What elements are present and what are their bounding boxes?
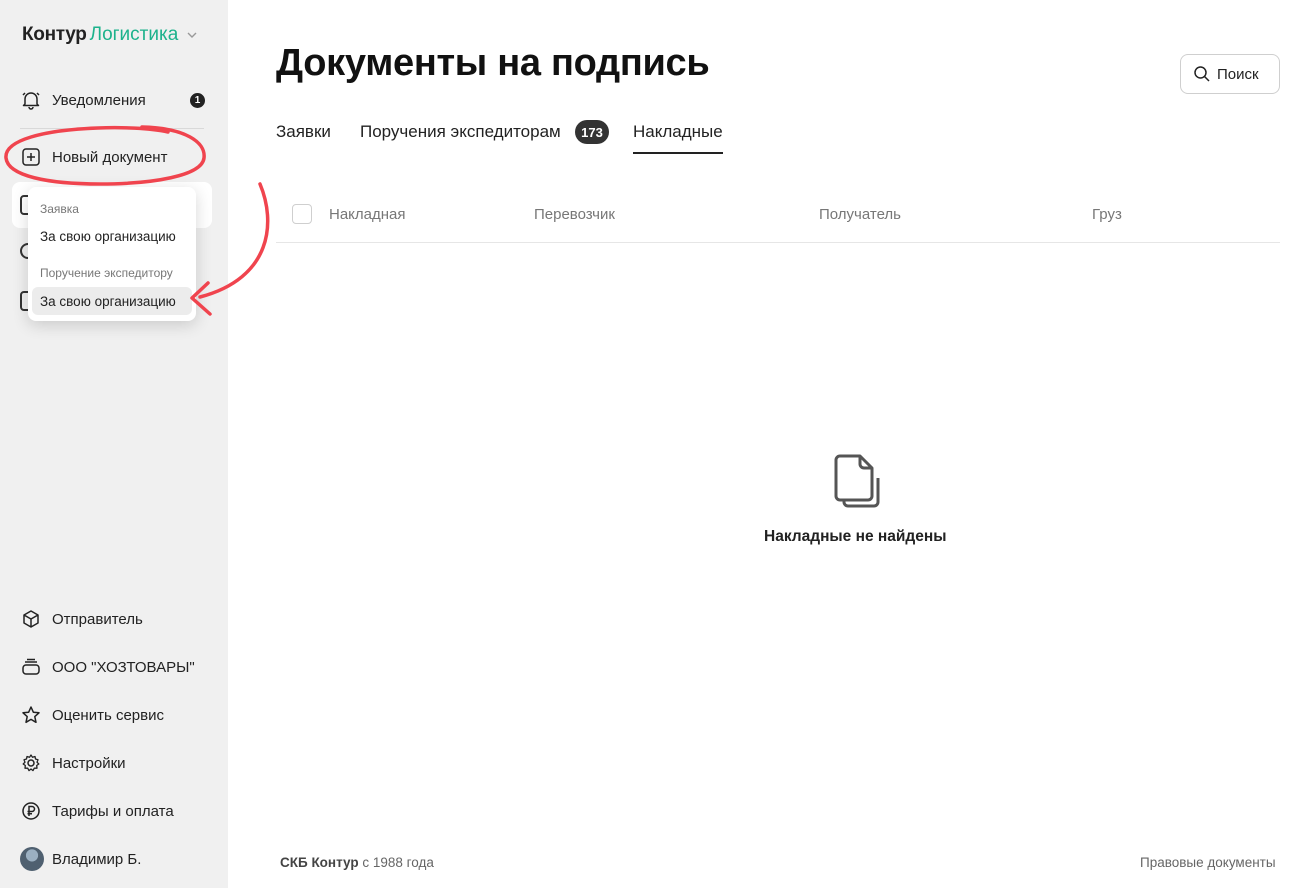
cube-icon [20,608,42,630]
star-icon [20,704,42,726]
empty-state-message: Накладные не найдены [764,528,947,545]
new-document-button[interactable]: Новый документ [20,145,167,169]
user-name: Владимир Б. [52,850,142,868]
logo-brand: Контур [22,24,87,45]
column-header-carrier[interactable]: Перевозчик [534,206,615,223]
sidebar-item-label: ООО "ХОЗТОВАРЫ" [52,658,195,676]
tab-forwarder-orders[interactable]: Поручения экспедиторам [360,122,561,142]
footer-copyright: СКБ Контур с 1988 года [280,855,434,870]
new-document-dropdown: Заявка За свою организацию Поручение экс… [28,187,196,321]
logo-product: Логистика [89,24,179,45]
select-all-checkbox[interactable] [292,204,312,224]
sidebar-item-sender[interactable]: Отправитель [20,607,143,631]
notifications-count-badge: 1 [190,93,205,108]
footer-since: с 1988 года [362,855,434,870]
menu-item-request-own-org[interactable]: За свою организацию [32,222,192,250]
sidebar-item-rate[interactable]: Оценить сервис [20,703,164,727]
sidebar-item-settings[interactable]: Настройки [20,751,126,775]
sidebar-item-label: Отправитель [52,610,143,628]
sidebar-divider [20,128,204,129]
column-header-cargo[interactable]: Груз [1092,206,1122,223]
page-title: Документы на подпись [276,42,710,84]
sidebar-item-label: Оценить сервис [52,706,164,724]
bell-icon [20,89,42,111]
sidebar: Контур Логистика Уведомления 1 Новый док… [0,0,228,888]
column-header-recipient[interactable]: Получатель [819,206,901,223]
table-header: Накладная Перевозчик Получатель Груз [276,196,1280,243]
empty-documents-icon [834,454,880,508]
app-logo[interactable]: Контур Логистика [22,24,197,46]
search-label: Поиск [1217,65,1259,83]
tab-waybills[interactable]: Накладные [633,122,723,154]
avatar [20,847,44,871]
sidebar-item-tariffs[interactable]: Тарифы и оплата [20,799,174,823]
sidebar-item-label: Уведомления [52,91,146,109]
menu-group-header-forwarder: Поручение экспедитору [40,266,173,280]
menu-item-forwarder-own-org[interactable]: За свою организацию [32,287,192,315]
chevron-down-icon [187,32,197,38]
plus-square-icon [20,146,42,168]
search-icon [1194,66,1210,82]
tab-count-badge: 173 [575,120,609,144]
sidebar-item-organization[interactable]: ООО "ХОЗТОВАРЫ" [20,655,195,679]
sidebar-item-label: Настройки [52,754,126,772]
tab-requests[interactable]: Заявки [276,122,331,142]
sidebar-item-notifications[interactable]: Уведомления [20,88,146,112]
footer-legal-link[interactable]: Правовые документы [1140,855,1276,870]
search-button[interactable]: Поиск [1180,54,1280,94]
sidebar-item-label: Новый документ [52,148,168,166]
sidebar-item-label: Тарифы и оплата [52,802,174,820]
ruble-icon [20,800,42,822]
stack-icon [20,656,42,678]
column-header-waybill[interactable]: Накладная [329,206,406,223]
sidebar-item-user[interactable]: Владимир Б. [20,847,141,871]
gear-icon [20,752,42,774]
footer-company: СКБ Контур [280,855,359,870]
menu-group-header-request: Заявка [40,202,79,216]
